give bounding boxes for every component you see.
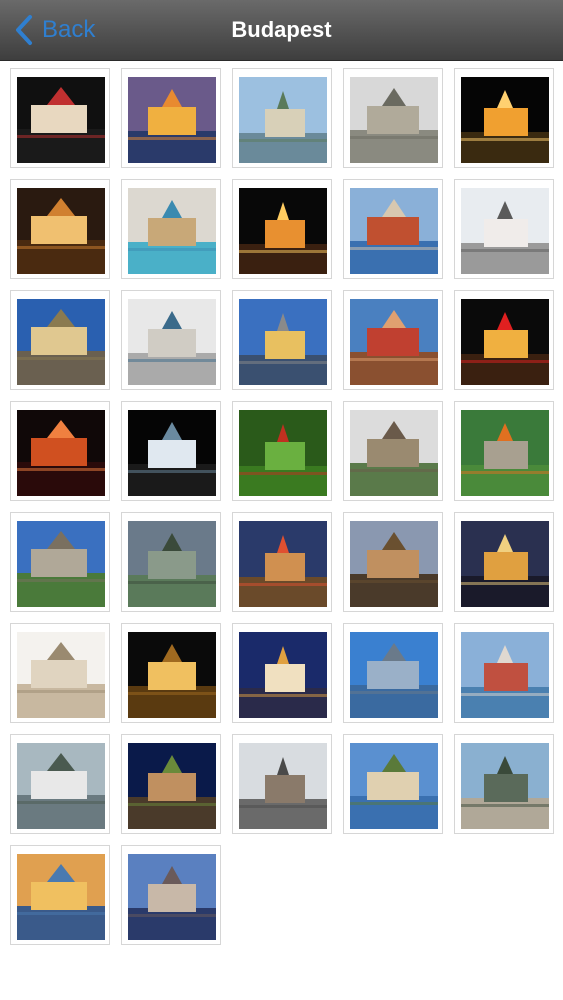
photo-thumbnail[interactable]: [121, 845, 221, 945]
photo-thumbnail[interactable]: [232, 512, 332, 612]
photo-thumbnail[interactable]: [121, 401, 221, 501]
photo-thumbnail[interactable]: [454, 401, 554, 501]
photo-thumbnail[interactable]: [10, 179, 110, 279]
page-title: Budapest: [231, 17, 332, 42]
photo-thumbnail[interactable]: [343, 68, 443, 168]
photo-image: [17, 410, 105, 496]
photo-thumbnail[interactable]: [454, 290, 554, 390]
photo-image: [17, 854, 105, 940]
photo-thumbnail[interactable]: [232, 623, 332, 723]
photo-image: [461, 521, 549, 607]
photo-image: [350, 410, 438, 496]
photo-thumbnail[interactable]: [121, 512, 221, 612]
photo-image: [461, 410, 549, 496]
photo-thumbnail[interactable]: [121, 623, 221, 723]
photo-image: [128, 77, 216, 163]
photo-thumbnail[interactable]: [10, 734, 110, 834]
photo-thumbnail[interactable]: [121, 68, 221, 168]
photo-thumbnail[interactable]: [232, 68, 332, 168]
photo-thumbnail[interactable]: [121, 290, 221, 390]
photo-image: [239, 632, 327, 718]
photo-thumbnail[interactable]: [343, 623, 443, 723]
photo-image: [239, 77, 327, 163]
photo-thumbnail[interactable]: [121, 179, 221, 279]
photo-image: [17, 521, 105, 607]
photo-thumbnail[interactable]: [454, 734, 554, 834]
photo-image: [128, 743, 216, 829]
photo-image: [350, 743, 438, 829]
photo-thumbnail[interactable]: [343, 290, 443, 390]
photo-thumbnail[interactable]: [343, 734, 443, 834]
photo-thumbnail[interactable]: [232, 734, 332, 834]
photo-image: [17, 299, 105, 385]
photo-image: [128, 521, 216, 607]
photo-image: [461, 743, 549, 829]
photo-image: [350, 77, 438, 163]
photo-image: [239, 521, 327, 607]
photo-image: [461, 188, 549, 274]
photo-thumbnail[interactable]: [10, 623, 110, 723]
photo-image: [239, 188, 327, 274]
photo-thumbnail[interactable]: [232, 401, 332, 501]
photo-thumbnail[interactable]: [343, 512, 443, 612]
photo-image: [17, 77, 105, 163]
photo-thumbnail[interactable]: [10, 845, 110, 945]
photo-image: [350, 188, 438, 274]
photo-image: [128, 410, 216, 496]
photo-thumbnail[interactable]: [10, 512, 110, 612]
photo-thumbnail[interactable]: [10, 290, 110, 390]
photo-image: [239, 743, 327, 829]
photo-image: [461, 632, 549, 718]
photo-image: [350, 521, 438, 607]
photo-thumbnail[interactable]: [343, 179, 443, 279]
photo-thumbnail[interactable]: [121, 734, 221, 834]
photo-thumbnail[interactable]: [454, 512, 554, 612]
photo-image: [17, 743, 105, 829]
photo-thumbnail[interactable]: [232, 179, 332, 279]
photo-image: [17, 188, 105, 274]
photo-image: [17, 632, 105, 718]
photo-image: [128, 854, 216, 940]
photo-thumbnail[interactable]: [10, 68, 110, 168]
photo-image: [239, 299, 327, 385]
photo-image: [350, 299, 438, 385]
photo-thumbnail[interactable]: [232, 290, 332, 390]
photo-thumbnail[interactable]: [343, 401, 443, 501]
photo-thumbnail[interactable]: [454, 179, 554, 279]
photo-image: [350, 632, 438, 718]
navigation-bar: Back Budapest: [0, 0, 563, 61]
photo-image: [461, 77, 549, 163]
photo-image: [239, 410, 327, 496]
photo-image: [128, 632, 216, 718]
photo-thumbnail[interactable]: [454, 68, 554, 168]
photo-thumbnail[interactable]: [454, 623, 554, 723]
photo-image: [461, 299, 549, 385]
photo-image: [128, 299, 216, 385]
photo-thumbnail[interactable]: [10, 401, 110, 501]
photo-image: [128, 188, 216, 274]
